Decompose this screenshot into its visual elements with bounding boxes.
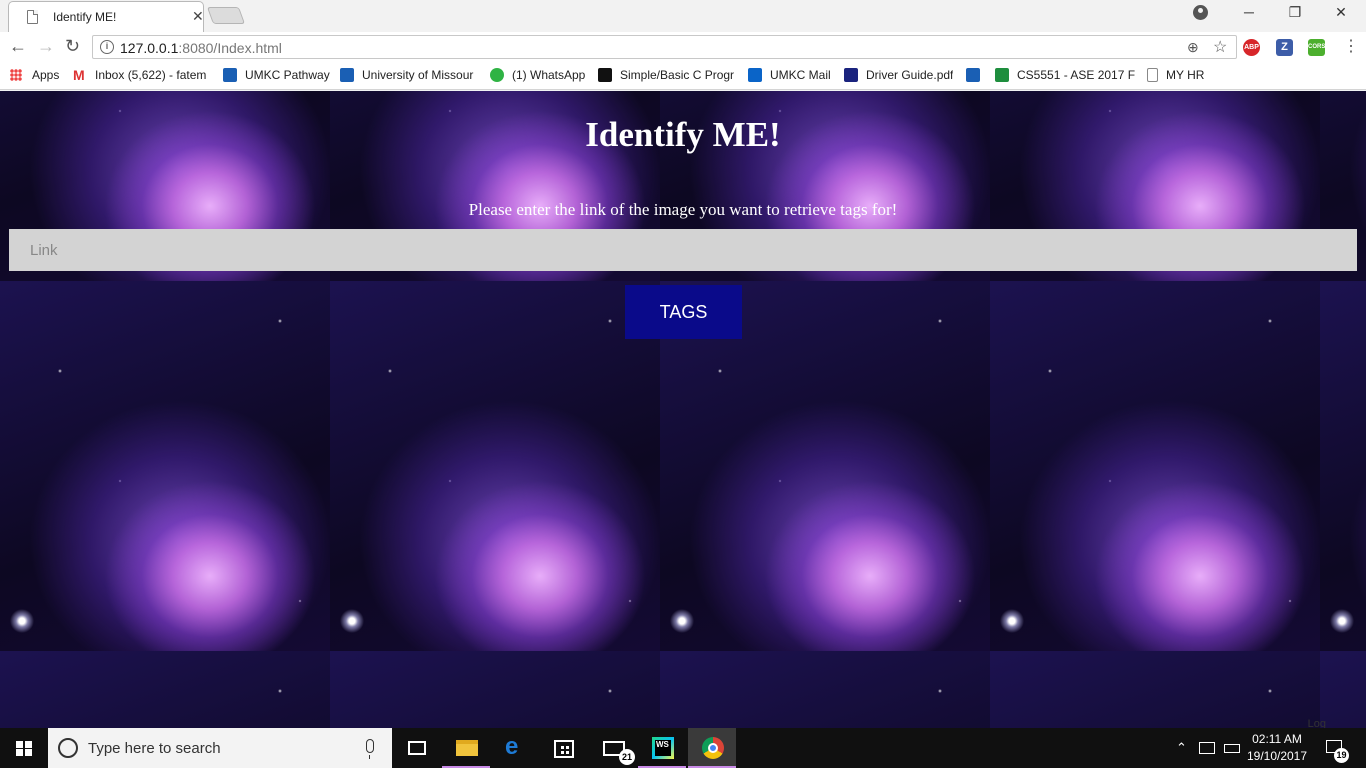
info-icon[interactable]: i (100, 40, 114, 54)
url-text[interactable]: 127.0.0.1:8080/Index.html (120, 40, 282, 56)
tray-chevron-icon[interactable]: ⌃ (1176, 740, 1187, 756)
tab-title: Identify ME! (53, 10, 117, 24)
zotero-extension-icon[interactable]: Z (1276, 39, 1293, 56)
cortana-icon (58, 738, 78, 758)
tab-close-button[interactable]: ✕ (192, 8, 204, 25)
sheets-icon (995, 68, 1009, 82)
bookmark-whatsapp[interactable]: (1) WhatsApp (490, 68, 585, 82)
task-view-button[interactable] (393, 728, 441, 768)
mail-badge: 21 (619, 749, 635, 765)
sf-icon (598, 68, 612, 82)
bookmark-my-hr[interactable]: MY HR (1147, 68, 1204, 82)
bookmark-umkc-mail[interactable]: UMKC Mail (748, 68, 831, 82)
adblock-extension-icon[interactable]: ABP (1243, 39, 1260, 56)
bookmark-simple-c-programs[interactable]: Simple/Basic C Progr (598, 68, 736, 82)
address-bar[interactable]: i 127.0.0.1:8080/Index.html ⊕ ☆ (92, 35, 1237, 59)
forward-button[interactable]: → (37, 36, 55, 57)
clock-date: 19/10/2017 (1246, 749, 1308, 763)
bookmark-umkc-pathway[interactable]: UMKC Pathway (223, 68, 330, 82)
store-icon (554, 740, 574, 758)
zoom-icon[interactable]: ⊕ (1187, 39, 1199, 56)
microphone-icon[interactable] (366, 739, 374, 759)
file-explorer-button[interactable] (442, 728, 490, 768)
umkc-icon (966, 68, 980, 82)
battery-icon[interactable] (1224, 744, 1240, 753)
whatsapp-icon (490, 68, 504, 82)
chrome-menu-icon[interactable]: ⋮ (1343, 36, 1359, 56)
page-content: Identify ME! Please enter the link of th… (0, 91, 1366, 728)
browser-tab[interactable]: Identify ME! ✕ (8, 1, 204, 32)
apps-grid-icon (10, 69, 22, 81)
outlook-icon (748, 68, 762, 82)
tags-button[interactable]: TAGS (625, 285, 742, 339)
bookmark-cs5551[interactable]: CS5551 - ASE 2017 Fa (995, 68, 1135, 82)
system-clock[interactable]: 02:11 AM 19/10/2017 (1244, 731, 1310, 765)
new-tab-button[interactable] (206, 7, 246, 24)
start-button[interactable] (0, 728, 48, 768)
bookmark-driver-guide[interactable]: Driver Guide.pdf (844, 68, 953, 82)
bookmark-university-of-missouri[interactable]: University of Missour (340, 68, 478, 82)
chrome-button[interactable] (688, 728, 736, 768)
windows-logo-icon (16, 741, 32, 756)
action-center-button[interactable]: 19 (1322, 736, 1349, 763)
pdf-icon (844, 68, 858, 82)
log-text: Log (1307, 718, 1326, 728)
clock-time: 02:11 AM (1252, 732, 1302, 746)
edge-button[interactable]: e (491, 728, 539, 768)
taskbar-search-box[interactable]: Type here to search (48, 728, 392, 768)
link-input[interactable] (9, 229, 1357, 271)
chrome-icon (702, 737, 724, 759)
file-explorer-icon (456, 740, 478, 756)
page-icon (27, 10, 38, 24)
close-window-button[interactable]: ✕ (1318, 4, 1364, 21)
page-title: Identify ME! (585, 115, 781, 154)
edge-icon: e (505, 733, 519, 760)
windows-taskbar: Type here to search e 21 WS ⌃ 02:11 AM 1… (0, 728, 1366, 768)
umkc-icon (223, 68, 237, 82)
bookmark-star-icon[interactable]: ☆ (1213, 37, 1227, 57)
webstorm-icon: WS (652, 737, 674, 759)
network-icon[interactable] (1199, 742, 1215, 754)
bookmark-inbox[interactable]: M Inbox (5,622) - fatem (73, 68, 211, 82)
bookmark-apps[interactable]: Apps (10, 68, 59, 82)
task-view-icon (408, 741, 426, 755)
webstorm-button[interactable]: WS (638, 728, 686, 768)
back-button[interactable]: ← (9, 36, 27, 57)
search-placeholder: Type here to search (88, 740, 221, 757)
page-prompt: Please enter the link of the image you w… (468, 200, 898, 219)
profile-icon[interactable] (1193, 5, 1208, 20)
mail-button[interactable]: 21 (589, 728, 637, 768)
notification-count: 19 (1334, 748, 1349, 763)
bookmarks-bar: Apps M Inbox (5,622) - fatem UMKC Pathway… (0, 62, 1366, 90)
umkc-icon (340, 68, 354, 82)
bookmark-umkc-2[interactable] (966, 68, 988, 82)
tab-strip: Identify ME! ✕ ─ ❐ ✕ (0, 0, 1366, 32)
maximize-button[interactable]: ❐ (1272, 4, 1318, 21)
minimize-button[interactable]: ─ (1226, 4, 1272, 20)
cors-extension-icon[interactable]: CORS (1308, 39, 1325, 56)
reload-button[interactable]: ↻ (65, 36, 80, 57)
store-button[interactable] (540, 728, 588, 768)
gmail-icon: M (73, 68, 85, 82)
page-icon (1147, 68, 1158, 82)
browser-toolbar: ← → ↻ i 127.0.0.1:8080/Index.html ⊕ ☆ AB… (0, 32, 1366, 62)
